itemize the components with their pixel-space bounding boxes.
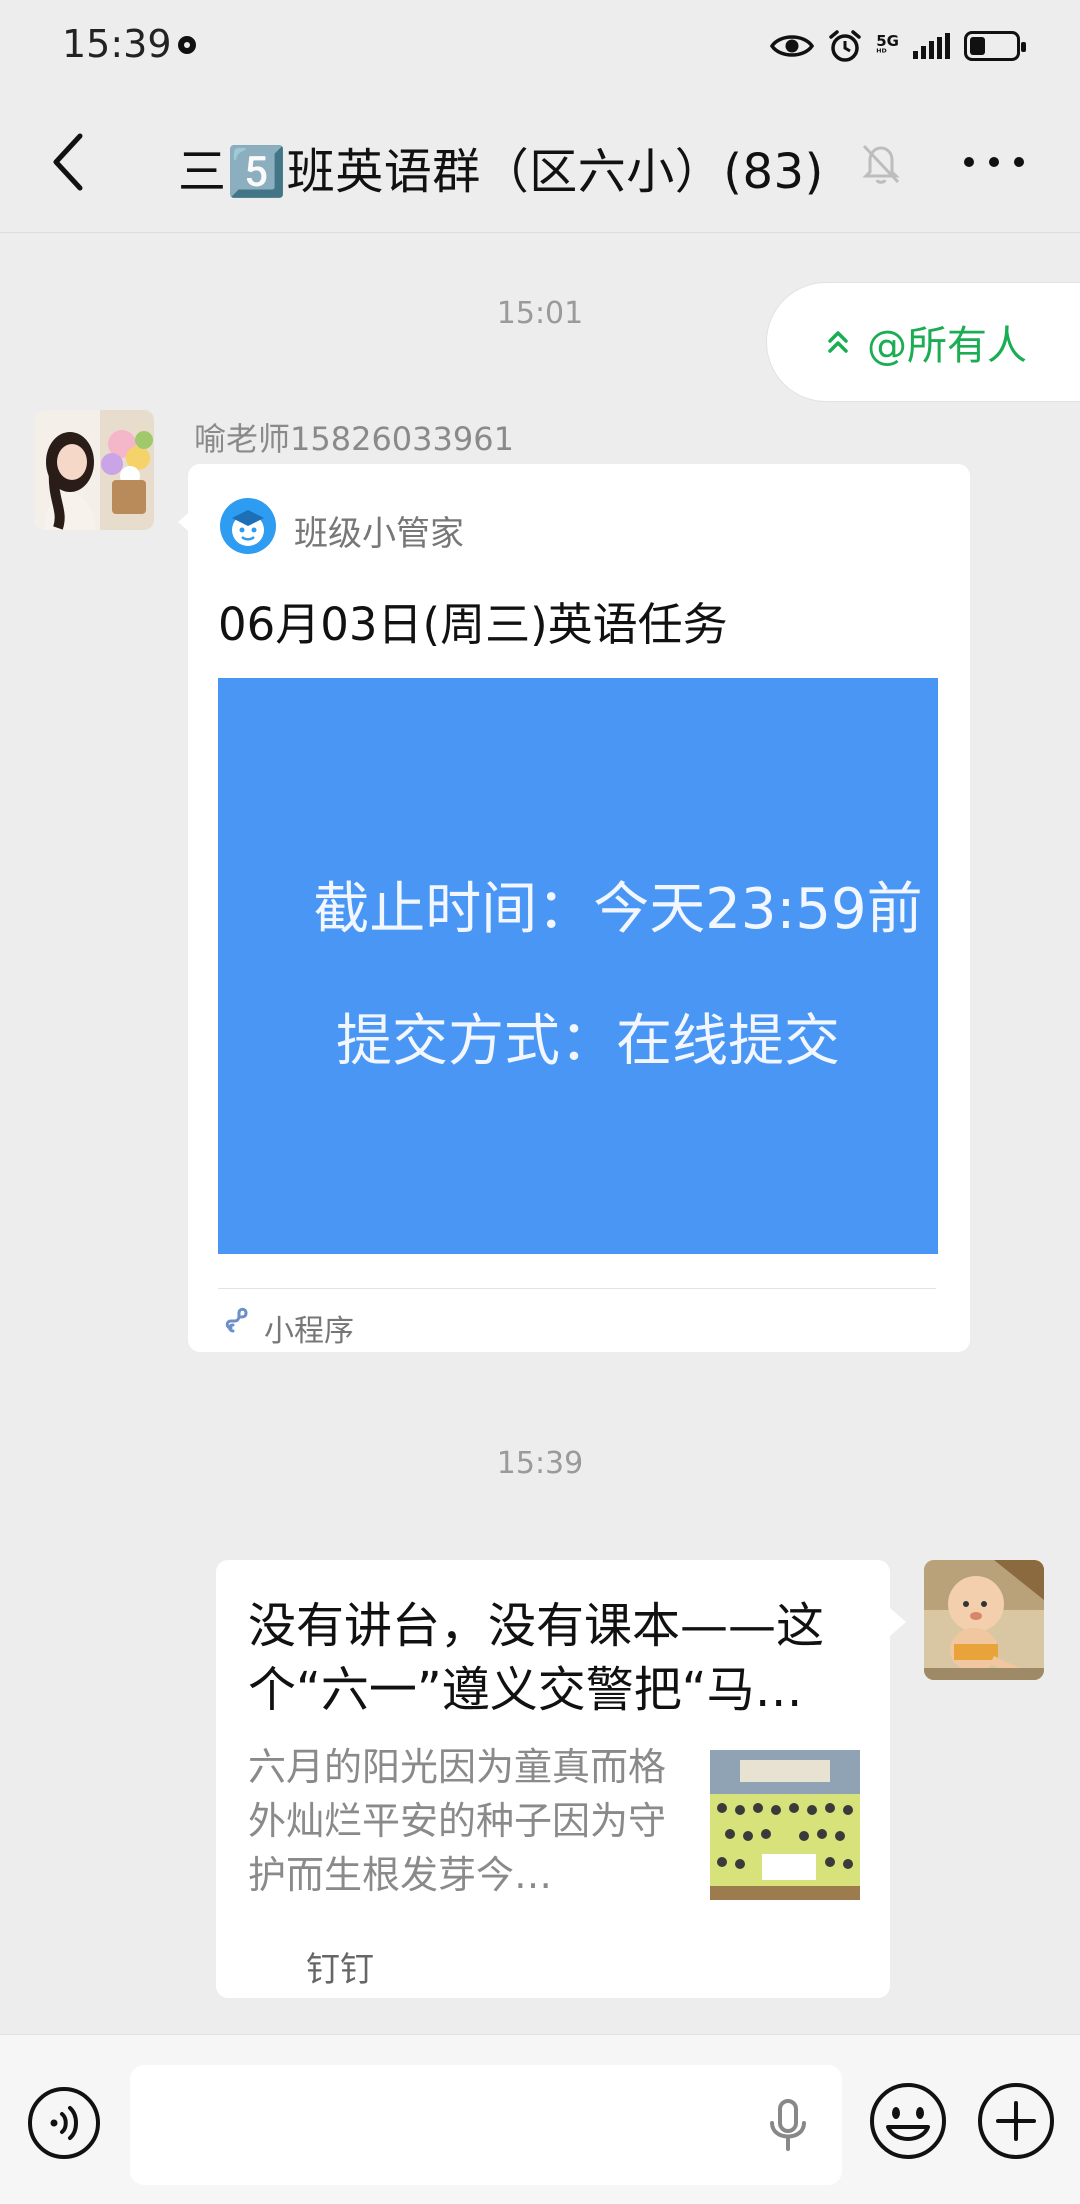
voice-icon[interactable] bbox=[26, 2085, 102, 2161]
eye-icon bbox=[770, 35, 815, 57]
link-title: 没有讲台，没有课本——这个“六一”遵义交警把“马… bbox=[248, 1598, 825, 1718]
status-bar: 15:39 5G ᴴᴰ bbox=[0, 0, 1080, 92]
alarm-icon bbox=[829, 30, 861, 62]
plus-icon[interactable] bbox=[976, 2081, 1056, 2161]
link-chain-icon bbox=[225, 1307, 248, 1333]
submission-method-text: 提交方式：在线提交 bbox=[336, 1009, 840, 1074]
status-icons: 5G ᴴᴰ bbox=[770, 28, 1026, 64]
link-card[interactable]: 没有讲台，没有课本——这个“六一”遵义交警把“马… 六月的阳光因为童真而格外灿烂… bbox=[216, 1560, 890, 1998]
message-input[interactable] bbox=[130, 2065, 842, 2185]
microphone-icon[interactable] bbox=[764, 2097, 812, 2153]
emoji-icon[interactable] bbox=[868, 2081, 948, 2161]
bubble-tail bbox=[890, 1608, 906, 1636]
mini-program-preview-image: 截止时间：今天23:59前 提交方式：在线提交 bbox=[218, 678, 938, 1254]
sender-avatar[interactable] bbox=[34, 410, 154, 530]
mini-program-name: 班级小管家 bbox=[294, 514, 464, 554]
battery-level bbox=[970, 37, 985, 55]
notification-dot-icon bbox=[178, 36, 196, 54]
mini-program-footer-label: 小程序 bbox=[264, 1314, 354, 1349]
chat-title[interactable]: 三5️⃣班英语群（区六小）(83) bbox=[178, 132, 824, 202]
double-chevron-up-icon bbox=[828, 331, 848, 353]
network-type: 5G ᴴᴰ bbox=[876, 31, 899, 59]
bell-muted-icon[interactable] bbox=[856, 138, 906, 188]
link-description: 六月的阳光因为童真而格外灿烂平安的种子因为守护而生根发芽今… bbox=[248, 1745, 667, 1897]
mention-label: @所有人 bbox=[867, 323, 1027, 369]
my-avatar[interactable] bbox=[924, 1560, 1044, 1680]
class-manager-logo-icon bbox=[220, 498, 276, 554]
more-dots-icon[interactable] bbox=[964, 144, 1024, 180]
mention-all-button[interactable]: @所有人 bbox=[766, 282, 1080, 402]
status-time: 15:39 bbox=[62, 22, 172, 66]
signal-icon bbox=[913, 33, 950, 59]
back-arrow-icon[interactable] bbox=[44, 130, 92, 194]
link-thumbnail bbox=[710, 1750, 860, 1900]
battery-icon bbox=[964, 31, 1026, 61]
header-divider bbox=[0, 232, 1080, 233]
sender-name: 喻老师15826033961 bbox=[194, 420, 514, 458]
timestamp: 15:39 bbox=[496, 1446, 584, 1481]
mini-program-title: 06月03日(周三)英语任务 bbox=[218, 598, 728, 651]
chat-header: 三5️⃣班英语群（区六小）(83) bbox=[0, 96, 1080, 232]
link-source: 钉钉 bbox=[306, 1950, 374, 1990]
deadline-text: 截止时间：今天23:59前 bbox=[313, 877, 923, 942]
mini-program-card[interactable]: 班级小管家 06月03日(周三)英语任务 截止时间：今天23:59前 提交方式：… bbox=[188, 464, 970, 1352]
chat-screen: 15:39 5G ᴴᴰ 三5️⃣班英语群（区六小）(83) 15:01 @所有人… bbox=[0, 0, 1080, 2204]
input-bar bbox=[0, 2034, 1080, 2204]
card-divider bbox=[218, 1288, 936, 1289]
